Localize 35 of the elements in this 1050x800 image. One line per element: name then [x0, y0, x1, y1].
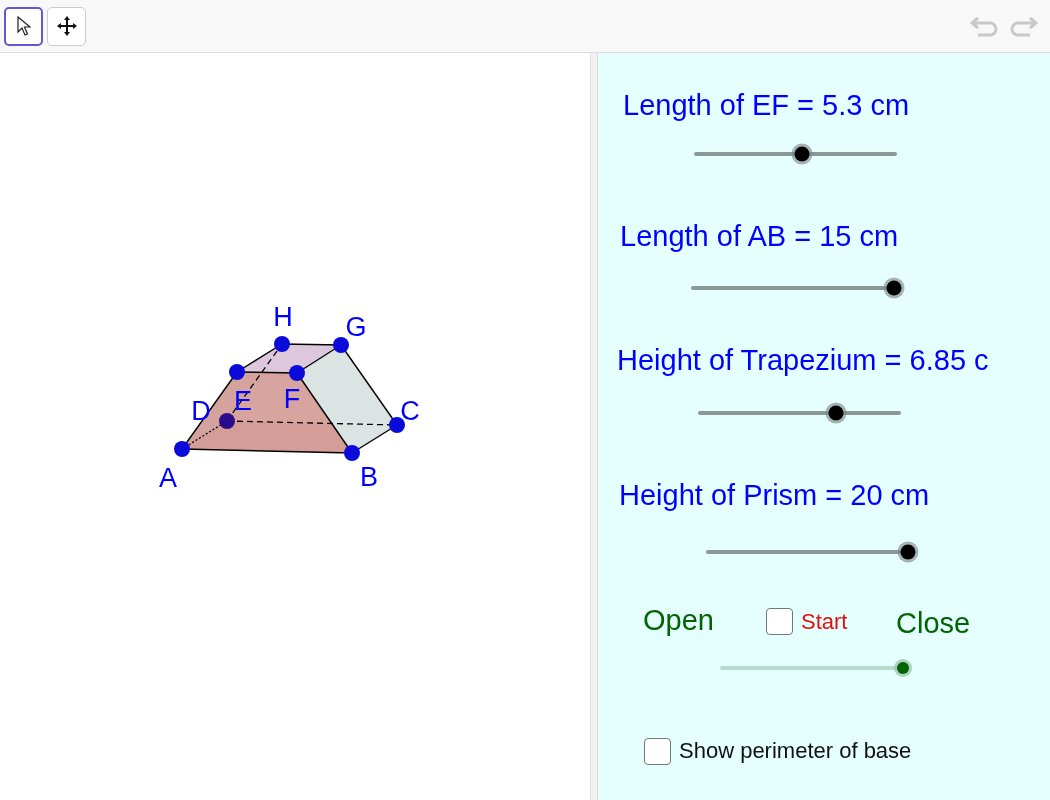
checkbox-label: Show perimeter of base: [679, 738, 912, 765]
move-icon: [55, 15, 78, 37]
point-label: A: [159, 463, 177, 493]
point-label: B: [360, 462, 378, 492]
move-tool-button[interactable]: [47, 6, 86, 46]
pointer-icon: [16, 16, 31, 36]
slider-handle[interactable]: [794, 146, 810, 162]
point-marker[interactable]: [219, 413, 235, 429]
point-label: D: [191, 396, 211, 426]
slider-label: Height of Trapezium = 6.85 c: [617, 343, 989, 378]
pointer-tool-button[interactable]: [4, 6, 43, 46]
slider-handle[interactable]: [897, 662, 909, 674]
point-label: G: [345, 312, 367, 342]
point-marker[interactable]: [229, 364, 245, 380]
perimeter-checkbox[interactable]: [644, 738, 671, 765]
slider-handle[interactable]: [886, 280, 902, 296]
open-label: Open: [643, 603, 714, 638]
slider-label: Length of EF = 5.3 cm: [623, 88, 910, 123]
slider-handle[interactable]: [900, 544, 916, 560]
point-marker[interactable]: [344, 445, 360, 461]
slider-handle[interactable]: [828, 405, 844, 421]
slider-label: Height of Prism = 20 cm: [619, 478, 930, 513]
slider-label: Length of AB = 15 cm: [620, 219, 899, 254]
close-label: Close: [896, 606, 971, 641]
point-marker[interactable]: [274, 336, 290, 352]
splitter-handle[interactable]: [590, 53, 598, 800]
start-checkbox[interactable]: [766, 608, 793, 635]
start-label: Start: [801, 609, 848, 636]
point-label: C: [400, 396, 420, 426]
point-marker[interactable]: [174, 441, 190, 457]
point-marker[interactable]: [333, 337, 349, 353]
point-label: E: [234, 386, 252, 416]
point-label: H: [273, 302, 293, 332]
point-label: F: [283, 384, 301, 414]
point-marker[interactable]: [289, 365, 305, 381]
